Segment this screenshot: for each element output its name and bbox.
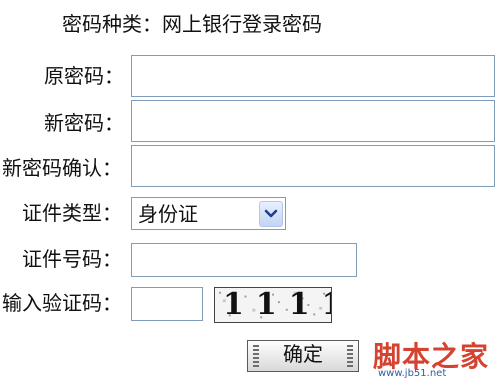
captcha-input[interactable] [131, 287, 203, 321]
id-number-label: 证件号码： [22, 247, 122, 271]
id-type-label: 证件类型： [22, 201, 122, 225]
password-type-row: 密码种类：网上银行登录密码 [62, 10, 322, 38]
button-grip-right [347, 345, 353, 367]
password-type-value: 网上银行登录密码 [162, 12, 322, 36]
chevron-down-icon[interactable] [259, 200, 283, 227]
confirm-button-label: 确定 [283, 342, 323, 366]
confirm-button[interactable]: 确定 [247, 340, 359, 372]
id-type-selected-value: 身份证 [138, 201, 198, 226]
id-type-select[interactable]: 身份证 [131, 197, 286, 230]
new-password-field[interactable] [131, 100, 495, 142]
new-password-label: 新密码： [44, 111, 124, 135]
confirm-password-label: 新密码确认： [2, 156, 122, 180]
old-password-label: 原密码： [44, 64, 124, 88]
id-number-field[interactable] [131, 243, 357, 277]
captcha-image[interactable]: 1111 [214, 287, 332, 323]
old-password-field[interactable] [131, 55, 495, 97]
watermark-url: www.jb51.net [378, 368, 447, 379]
captcha-text: 1111 [223, 287, 331, 322]
confirm-password-field[interactable] [131, 145, 495, 187]
password-type-label: 密码种类： [62, 12, 162, 36]
button-grip-left [253, 345, 259, 367]
captcha-label: 输入验证码： [2, 291, 122, 315]
change-password-form: 密码种类：网上银行登录密码 原密码： 新密码： 新密码确认： 证件类型： 身份证… [0, 0, 500, 385]
